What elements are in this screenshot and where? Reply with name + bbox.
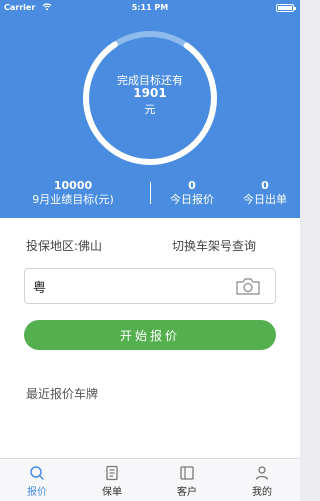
document-icon: [106, 465, 118, 481]
tab-label: 我的: [252, 487, 272, 498]
status-bar: Carrier 5:11 PM: [0, 0, 300, 16]
switch-vin-query-link[interactable]: 切换车架号查询: [172, 237, 256, 254]
stat-today-quotes: 0 今日报价: [160, 179, 224, 207]
start-quote-button[interactable]: 开始报价: [24, 320, 276, 350]
tab-label: 报价: [27, 487, 47, 498]
tab-mine[interactable]: 我的: [237, 461, 287, 498]
battery-icon: [276, 4, 296, 12]
stat-monthly-target: 10000 9月业绩目标(元): [13, 179, 133, 207]
tab-quote[interactable]: 报价: [12, 461, 62, 498]
stat-label: 今日出单: [243, 193, 287, 206]
stat-value: 0: [188, 179, 196, 192]
insurance-region[interactable]: 投保地区:佛山: [26, 237, 102, 254]
recent-plates-title: 最近报价车牌: [26, 387, 99, 401]
header-panel: Carrier 5:11 PM 完成目标还有 1901 元 10000 9月业绩…: [0, 0, 300, 218]
stat-label: 9月业绩目标(元): [32, 193, 114, 206]
contacts-icon: [180, 466, 194, 480]
stat-divider: [150, 182, 151, 204]
tab-policy[interactable]: 保单: [87, 461, 137, 498]
goal-unit: 元: [144, 103, 156, 116]
stat-value: 10000: [53, 179, 93, 192]
tab-label: 客户: [177, 487, 197, 498]
stat-today-policies: 0 今日出单: [232, 179, 298, 207]
plate-input-box[interactable]: [24, 268, 276, 304]
goal-amount: 1901: [133, 86, 167, 100]
status-time: 5:11 PM: [131, 3, 169, 12]
tab-bar: 报价 保单 客户 我的: [0, 458, 300, 501]
tab-customer[interactable]: 客户: [162, 461, 212, 498]
camera-icon[interactable]: [235, 276, 261, 300]
stat-label: 今日报价: [170, 193, 214, 206]
tab-label: 保单: [102, 487, 122, 498]
stat-value: 0: [261, 179, 269, 192]
search-icon: [30, 466, 44, 480]
plate-number-input[interactable]: [33, 277, 223, 295]
person-icon: [255, 466, 269, 480]
